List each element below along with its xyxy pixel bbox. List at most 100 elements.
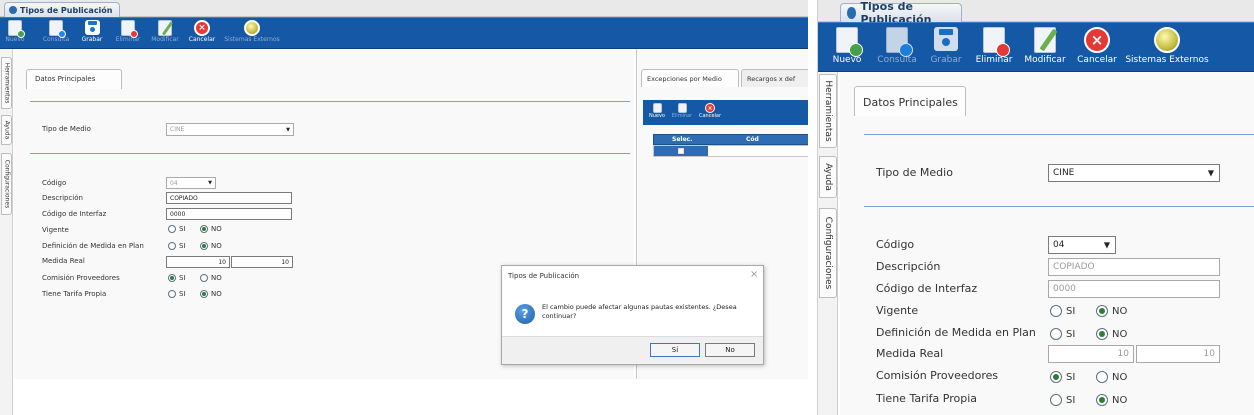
comision-label: Comisión Proveedores <box>876 369 999 382</box>
comision-label: Comisión Proveedores <box>42 274 120 282</box>
toolbar: Nuevo Consulta Grabar Eliminar Modificar… <box>0 17 808 49</box>
sidetab-herramientas[interactable]: Herramientas <box>1 57 12 109</box>
dialog-title: Tipos de Publicación <box>508 272 580 280</box>
grabar-button[interactable]: Grabar <box>80 20 104 43</box>
vigente-si-radio[interactable]: SI <box>1050 305 1075 317</box>
definicion-si-label: SI <box>179 242 186 250</box>
dropdown-caret-icon: ▼ <box>1103 240 1110 250</box>
eliminar-label: Eliminar <box>115 36 141 43</box>
modificar-button[interactable]: Modificar <box>1020 27 1070 65</box>
app-tabbar: Tipos de Publicación <box>818 0 1254 26</box>
tarifa-no-radio[interactable]: NO <box>1096 394 1127 406</box>
eliminar-button[interactable]: Eliminar <box>974 27 1014 65</box>
grid-header: Selec. Cód <box>653 134 808 145</box>
radio-icon <box>1050 328 1062 340</box>
app-tab[interactable]: Tipos de Publicación <box>840 0 962 26</box>
medida-real-input-1[interactable]: 10 <box>166 256 230 268</box>
definicion-no-radio[interactable]: NO <box>1096 328 1127 340</box>
vigente-no-radio[interactable]: NO <box>200 225 222 233</box>
tipo-medio-select[interactable]: CINE ▼ <box>166 123 294 136</box>
sistemas-externos-label: Sistemas Externos <box>224 36 280 43</box>
comision-no-radio[interactable]: NO <box>200 274 222 282</box>
codigo-interfaz-input[interactable]: 0000 <box>166 208 292 220</box>
vigente-no-radio[interactable]: NO <box>1096 305 1127 317</box>
definicion-si-radio[interactable]: SI <box>168 242 186 250</box>
dialog-yes-button[interactable]: Sí <box>650 343 700 357</box>
comision-si-radio[interactable]: SI <box>1050 371 1075 383</box>
codigo-select[interactable]: 04 ▼ <box>166 177 216 189</box>
app-tab-icon <box>847 7 857 19</box>
comision-si-radio[interactable]: SI <box>168 274 186 282</box>
sistemas-externos-button[interactable]: Sistemas Externos <box>1124 27 1210 65</box>
tipo-medio-select[interactable]: CINE ▼ <box>1048 164 1220 182</box>
grid-col-selec: Selec. <box>672 136 693 143</box>
checkbox-icon[interactable] <box>678 148 684 154</box>
modificar-button[interactable]: Modificar <box>148 20 182 43</box>
tab-recargos[interactable]: Recargos x def <box>741 69 808 87</box>
codigo-label: Código <box>42 179 67 187</box>
vigente-label: Vigente <box>876 304 919 317</box>
descripcion-value: COPIADO <box>1053 262 1095 272</box>
tipo-medio-label: Tipo de Medio <box>42 125 91 133</box>
cancelar-button[interactable]: × Cancelar <box>186 20 218 43</box>
tab-excepciones-medio[interactable]: Excepciones por Medio <box>641 69 739 87</box>
tab-datos-principales[interactable]: Datos Principales <box>854 86 966 116</box>
grid-row <box>653 145 808 157</box>
cancelar-button[interactable]: × Cancelar <box>1074 27 1120 65</box>
descripcion-input[interactable]: COPIADO <box>1048 258 1220 276</box>
consulta-button[interactable]: Consulta <box>874 27 920 65</box>
sidetab-configuraciones-label: Configuraciones <box>823 216 833 290</box>
tarifa-no-radio[interactable]: NO <box>200 290 222 298</box>
exc-eliminar-button[interactable]: Eliminar <box>671 103 693 119</box>
vigente-si-label: SI <box>179 225 186 233</box>
tarifa-si-radio[interactable]: SI <box>168 290 186 298</box>
nuevo-button[interactable]: Nuevo <box>830 27 864 65</box>
exc-cancelar-button[interactable]: × Cancelar <box>697 103 723 119</box>
grabar-button[interactable]: Grabar <box>926 27 966 65</box>
medida-real-input-2[interactable]: 10 <box>1136 345 1220 363</box>
dialog-message: El cambio puede afectar algunas pautas e… <box>542 303 737 320</box>
medida-real-input-1[interactable]: 10 <box>1048 345 1134 363</box>
definicion-no-radio[interactable]: NO <box>200 242 222 250</box>
sidetab-configuraciones[interactable]: Configuraciones <box>1 153 12 215</box>
descripcion-label: Descripción <box>42 194 83 202</box>
sidetab-herramientas[interactable]: Herramientas <box>819 74 837 148</box>
comision-no-radio[interactable]: NO <box>1096 371 1127 383</box>
codigo-interfaz-label: Código de Interfaz <box>876 282 978 295</box>
app-tab[interactable]: Tipos de Publicación <box>4 2 120 17</box>
tarifa-si-label: SI <box>179 290 186 298</box>
nuevo-button[interactable]: Nuevo <box>4 20 26 43</box>
eliminar-label: Eliminar <box>975 55 1013 65</box>
sistemas-externos-button[interactable]: Sistemas Externos <box>222 20 282 43</box>
descripcion-input[interactable]: COPIADO <box>166 192 292 204</box>
radio-selected-icon <box>200 242 208 250</box>
grid-select-cell[interactable] <box>654 146 708 156</box>
tarifa-no-label: NO <box>211 290 222 298</box>
codigo-select[interactable]: 04 ▼ <box>1048 236 1116 254</box>
radio-selected-icon <box>1096 328 1108 340</box>
eliminar-button[interactable]: Eliminar <box>114 20 142 43</box>
medida-real-input-2[interactable]: 10 <box>231 256 293 268</box>
app-tab-icon <box>9 6 17 14</box>
dialog-no-button[interactable]: No <box>705 343 755 357</box>
exc-nuevo-button[interactable]: Nuevo <box>647 103 667 119</box>
definicion-si-radio[interactable]: SI <box>1050 328 1075 340</box>
tab-datos-principales[interactable]: Datos Principales <box>26 69 122 89</box>
vigente-no-label: NO <box>1112 305 1128 317</box>
tarifa-si-radio[interactable]: SI <box>1050 394 1075 406</box>
sidetab-configuraciones[interactable]: Configuraciones <box>819 208 837 298</box>
dropdown-caret-icon: ▼ <box>1207 168 1214 178</box>
divider <box>864 206 1254 207</box>
consulta-button[interactable]: Consulta <box>40 20 72 43</box>
vigente-si-label: SI <box>1066 305 1076 317</box>
sidetab-ayuda[interactable]: Ayuda <box>819 156 837 198</box>
dialog-close-button[interactable]: × <box>750 269 758 280</box>
codigo-interfaz-input[interactable]: 0000 <box>1048 280 1220 298</box>
grid-col-cod: Cód <box>746 136 759 143</box>
comision-si-label: SI <box>179 274 186 282</box>
sidetab-herramientas-label: Herramientas <box>3 62 10 104</box>
sidetab-ayuda[interactable]: Ayuda <box>1 115 12 145</box>
codigo-interfaz-label: Código de Interfaz <box>42 210 107 218</box>
modificar-label: Modificar <box>1024 55 1066 65</box>
vigente-si-radio[interactable]: SI <box>168 225 186 233</box>
